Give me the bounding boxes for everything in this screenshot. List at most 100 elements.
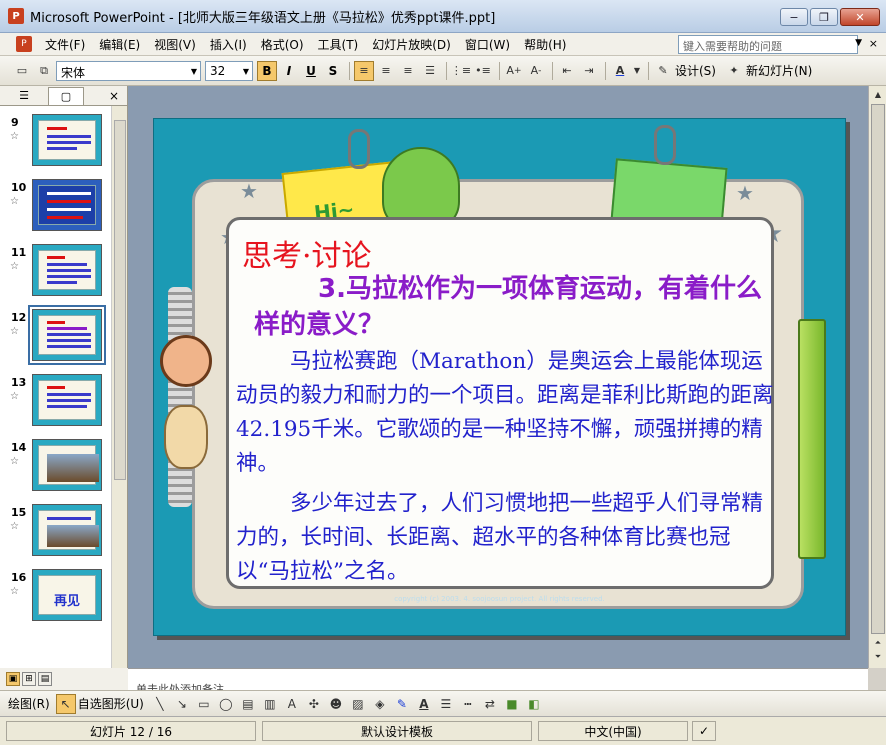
current-slide[interactable]: ★ ★ ★ ★ ★ Hi~ copyright (c) 2003. 4. soo… (153, 118, 846, 636)
select-pointer-icon[interactable]: ↖ (55, 693, 76, 714)
previous-slide-icon[interactable]: ⏶ (871, 636, 885, 650)
menu-help[interactable]: 帮助(H) (517, 36, 573, 53)
increase-font-icon[interactable]: A + (504, 61, 524, 81)
design-template-name[interactable]: 默认设计模板 (262, 721, 532, 741)
clipart-icon[interactable]: ☻ (326, 694, 346, 714)
star-icon: ☆ (10, 196, 19, 207)
menu-slideshow[interactable]: 幻灯片放映(D) (365, 36, 458, 53)
slide-thumbnail-11[interactable]: 11 ☆ (0, 244, 112, 300)
slide-number: 14 (11, 441, 27, 454)
arrow-style-icon[interactable]: ⇄ (480, 694, 500, 714)
slide-paragraph-1[interactable]: 马拉松赛跑（Marathon）是奥运会上最能体现运动员的毅力和耐力的一个项目。距… (236, 345, 780, 481)
slide-scrollbar[interactable]: ▲ ⏶ ⏷ (868, 86, 886, 668)
shadow-button[interactable]: S (323, 61, 343, 81)
menu-tools[interactable]: 工具(T) (311, 36, 366, 53)
normal-view-icon[interactable]: ▣ (6, 672, 20, 686)
slide-thumbnail-9[interactable]: 9 ☆ (0, 114, 112, 170)
vertical-textbox-icon[interactable]: ▥ (260, 694, 280, 714)
document-close-button[interactable]: × (869, 37, 878, 50)
bullets-icon[interactable]: •≡ (473, 61, 493, 81)
notes-pane[interactable]: 单击此处添加备注 (128, 668, 868, 691)
slide-thumbnail-13[interactable]: 13 ☆ (0, 374, 112, 430)
design-button[interactable]: 设计(S) (675, 62, 716, 79)
increase-indent-icon[interactable]: ⇥ (579, 61, 599, 81)
slide-number: 11 (11, 246, 27, 259)
slideshow-icon[interactable]: ▤ (38, 672, 52, 686)
slide-thumbnail-15[interactable]: 15 ☆ (0, 504, 112, 560)
menu-window[interactable]: 窗口(W) (458, 36, 517, 53)
bold-button[interactable]: B (257, 60, 277, 81)
chevron-down-icon[interactable]: ▼ (632, 61, 642, 81)
oval-icon[interactable]: ◯ (216, 694, 236, 714)
minimize-button[interactable]: − (780, 8, 808, 26)
3d-style-icon[interactable]: ◧ (524, 694, 544, 714)
spelling-status-icon[interactable]: ✓ (692, 721, 716, 741)
wordart-icon[interactable]: A (282, 694, 302, 714)
cartoon-character-illustration (164, 405, 208, 469)
menu-file[interactable]: 文件(F) (38, 36, 92, 53)
menu-view[interactable]: 视图(V) (147, 36, 203, 53)
menu-format[interactable]: 格式(O) (254, 36, 311, 53)
restore-button[interactable]: ❐ (810, 8, 838, 26)
arrow-icon[interactable]: ↘ (172, 694, 192, 714)
slide-paragraph-2[interactable]: 多少年过去了，人们习惯地把一些超乎人们寻常精力的，长时间、长距离、超水平的各种体… (236, 487, 780, 589)
align-center-icon[interactable]: ≡ (376, 61, 396, 81)
dash-style-icon[interactable]: ┅ (458, 694, 478, 714)
star-icon: ☆ (10, 391, 19, 402)
star-icon: ☆ (10, 326, 19, 337)
pane-close-button[interactable]: × (109, 89, 119, 103)
font-color-icon[interactable]: A (414, 694, 434, 714)
diagram-icon[interactable]: ✣ (304, 694, 324, 714)
decrease-font-icon[interactable]: A- (526, 61, 546, 81)
slide-question[interactable]: 3.马拉松作为一项体育运动，有着什么样的意义？ (254, 271, 774, 343)
thumbnail-scrollbar[interactable] (111, 106, 127, 668)
font-size-select[interactable]: 32 ▼ (205, 60, 253, 81)
align-right-icon[interactable]: ≡ (398, 61, 418, 81)
distribute-icon[interactable]: ☰ (420, 61, 440, 81)
slide-number: 16 (11, 571, 27, 584)
slide-thumbnail-16[interactable]: 16 ☆ 再见 (0, 569, 112, 625)
slide-sorter-icon[interactable]: ⊞ (22, 672, 36, 686)
chevron-down-icon[interactable]: ▼ (855, 38, 862, 48)
draw-menu-button[interactable]: 绘图(R) (8, 695, 50, 712)
picture-icon[interactable]: ▨ (348, 694, 368, 714)
slide-heading[interactable]: 思考·讨论 (242, 231, 372, 275)
font-color-icon[interactable]: A (610, 61, 630, 81)
slide-thumbnail-12[interactable]: 12 ☆ (0, 305, 112, 365)
close-button[interactable]: ✕ (840, 8, 880, 26)
help-search-input[interactable]: 键入需要帮助的问题 (678, 35, 858, 54)
numbering-icon[interactable]: ⋮≡ (451, 61, 471, 81)
textbox-icon[interactable]: ▤ (238, 694, 258, 714)
design-icon[interactable]: ✎ (653, 61, 673, 81)
align-left-icon[interactable]: ≡ (354, 60, 374, 81)
underline-button[interactable]: U (301, 61, 321, 81)
line-style-icon[interactable]: ☰ (436, 694, 456, 714)
menu-insert[interactable]: 插入(I) (203, 36, 254, 53)
new-document-icon[interactable]: ▭ (12, 61, 32, 81)
line-icon[interactable]: ╲ (150, 694, 170, 714)
next-slide-icon[interactable]: ⏷ (871, 650, 885, 664)
fill-color-icon[interactable]: ◈ (370, 694, 390, 714)
decrease-indent-icon[interactable]: ⇤ (557, 61, 577, 81)
italic-button[interactable]: I (279, 61, 299, 81)
scroll-up-icon[interactable]: ▲ (871, 88, 885, 102)
rectangle-icon[interactable]: ▭ (194, 694, 214, 714)
binder-clip-icon (348, 129, 370, 169)
new-slide-button[interactable]: 新幻灯片(N) (746, 62, 812, 79)
star-icon: ★ (736, 181, 754, 205)
font-name-select[interactable]: 宋体 ▼ (56, 60, 201, 81)
line-color-icon[interactable]: ✎ (392, 694, 412, 714)
tab-slides[interactable]: ▢ (48, 86, 84, 105)
shadow-style-icon[interactable]: ■ (502, 694, 522, 714)
autoshapes-button[interactable]: 自选图形(U) (78, 695, 144, 712)
menu-edit[interactable]: 编辑(E) (92, 36, 147, 53)
powerpoint-icon: P (8, 8, 24, 24)
copy-icon[interactable]: ⧉ (34, 61, 54, 81)
new-slide-icon[interactable]: ✦ (724, 61, 744, 81)
thumbnail-image: 再见 (32, 569, 102, 621)
document-icon[interactable]: P (16, 36, 32, 52)
slide-number: 12 (11, 311, 27, 324)
slide-thumbnail-14[interactable]: 14 ☆ (0, 439, 112, 495)
slide-thumbnail-10[interactable]: 10 ☆ (0, 179, 112, 235)
tab-outline[interactable]: ☰ (6, 87, 42, 105)
